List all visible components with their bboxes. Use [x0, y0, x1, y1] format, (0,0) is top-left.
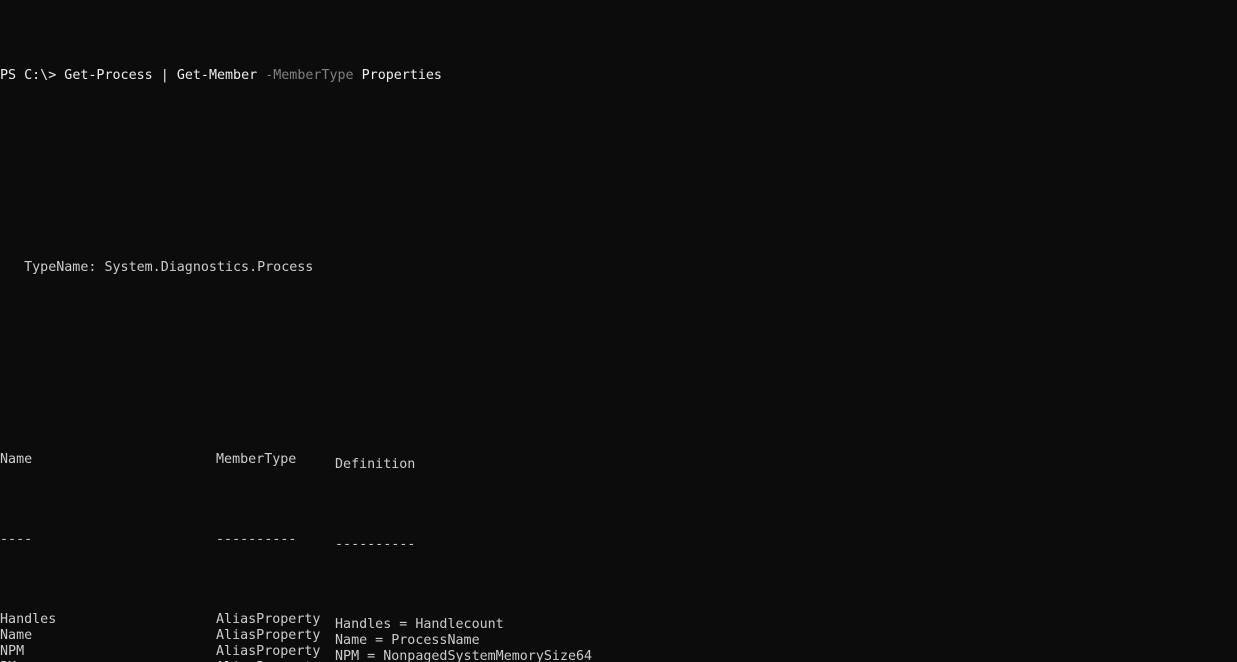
- table-row: NPM AliasProperty NPM = NonpagedSystemMemo…: [0, 644, 793, 662]
- row-membertype: AliasProperty: [216, 612, 321, 627]
- pipe-operator: |: [160, 68, 169, 83]
- header-name: Name: [0, 452, 33, 467]
- table-header: Name MemberType Definition: [0, 452, 793, 472]
- rule-definition: ----------: [335, 537, 416, 552]
- command-get-member: Get-Member: [176, 68, 258, 83]
- rule-membertype: ----------: [216, 532, 297, 547]
- command-line[interactable]: PS C:\> Get-Process | Get-Member -Member…: [0, 68, 793, 84]
- row-name: Name: [0, 628, 33, 643]
- typename-indent: [0, 260, 24, 275]
- command-get-process: Get-Process: [64, 68, 153, 83]
- row-membertype: AliasProperty: [216, 628, 321, 643]
- typename-label: TypeName:: [24, 260, 97, 275]
- row-name: NPM: [0, 644, 25, 659]
- row-membertype: AliasProperty: [216, 644, 321, 659]
- table-row: Name AliasProperty Name = ProcessName: [0, 628, 793, 648]
- argument-properties: Properties: [361, 68, 442, 83]
- table-body: Handles AliasProperty Handles = Handlecoun…: [0, 612, 793, 662]
- header-membertype: MemberType: [216, 452, 297, 467]
- typename-line: TypeName: System.Diagnostics.Process: [0, 260, 793, 276]
- terminal-screen: PS C:\> Get-Process | Get-Member -Member…: [0, 4, 793, 662]
- table-row: Handles AliasProperty Handles = Handlecoun…: [0, 612, 793, 632]
- terminal-window[interactable]: PS C:\> Get-Process | Get-Member -Member…: [0, 0, 1237, 662]
- header-definition: Definition: [335, 457, 416, 472]
- typename-value: System.Diagnostics.Process: [104, 260, 314, 275]
- table-header-rule: ---- ---------- ----------: [0, 532, 793, 552]
- prompt-prefix: PS C:\>: [0, 68, 57, 83]
- row-name: Handles: [0, 612, 57, 627]
- rule-name: ----: [0, 532, 33, 547]
- parameter-membertype: -MemberType: [265, 68, 354, 83]
